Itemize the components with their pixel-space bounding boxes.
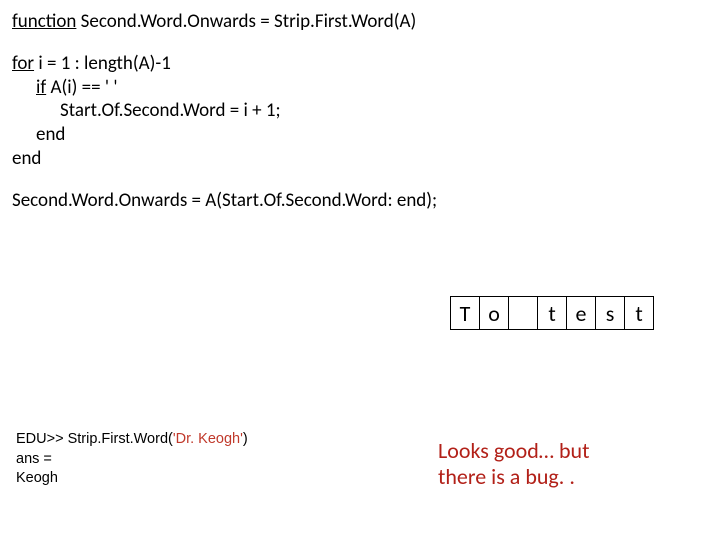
code-line-4: Start.Of.Second.Word = i + 1; (12, 99, 708, 123)
char-cell: t (537, 296, 567, 330)
keyword-end: end (12, 123, 65, 147)
console-close: ) (243, 431, 248, 447)
code-line-6: end (12, 147, 708, 171)
code-block: function Second.Word.Onwards = Strip.Fir… (12, 10, 708, 212)
keyword-if: if (36, 76, 46, 99)
code-line-2: for i = 1 : length(A)-1 (12, 52, 708, 76)
console-line-2: ans = (16, 450, 248, 470)
char-boxes: T o t e s t (450, 296, 654, 330)
code-text: Second.Word.Onwards = A(Start.Of.Second.… (12, 189, 437, 212)
char-cell: o (479, 296, 509, 330)
keyword-end: end (12, 147, 41, 170)
keyword-function: function (12, 10, 76, 33)
code-text: Start.Of.Second.Word = i + 1; (12, 99, 281, 123)
console-line-1: EDU>> Strip.First.Word('Dr. Keogh') (16, 430, 248, 450)
bug-comment: Looks good… but there is a bug. . (438, 438, 589, 491)
char-cell: t (624, 296, 654, 330)
char-cell: e (566, 296, 596, 330)
keyword-for: for (12, 52, 34, 75)
char-cell (508, 296, 538, 330)
code-text: i = 1 : length(A)-1 (34, 52, 171, 75)
console-arg: 'Dr. Keogh' (173, 431, 243, 447)
code-text: Second.Word.Onwards = Strip.First.Word(A… (76, 10, 416, 33)
comment-line-1: Looks good… but (438, 438, 589, 464)
char-cell: T (450, 296, 480, 330)
code-line-3: if A(i) == ' ' (12, 76, 708, 100)
code-line-5: end (12, 123, 708, 147)
comment-line-2: there is a bug. . (438, 464, 589, 490)
char-cell: s (595, 296, 625, 330)
code-line-1: function Second.Word.Onwards = Strip.Fir… (12, 10, 708, 34)
console-prompt: EDU>> Strip.First.Word( (16, 431, 173, 447)
code-text: A(i) == ' ' (46, 76, 117, 99)
console-line-3: Keogh (16, 469, 248, 489)
console-output: EDU>> Strip.First.Word('Dr. Keogh') ans … (16, 430, 248, 489)
code-line-7: Second.Word.Onwards = A(Start.Of.Second.… (12, 189, 708, 213)
